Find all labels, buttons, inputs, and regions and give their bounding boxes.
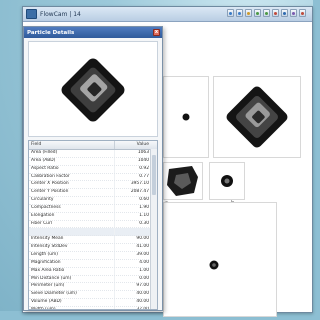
table-row[interactable]: Intensity StdDev 41.00: [29, 244, 157, 252]
field-name: Center X Position: [29, 181, 115, 189]
field-name: Volume (ABD): [29, 299, 115, 306]
table-row[interactable]: Fiber Curl 0.30: [29, 220, 157, 229]
settings-icon[interactable]: [290, 9, 297, 17]
particle-tile[interactable]: [209, 162, 245, 200]
zoom-in-icon[interactable]: [227, 9, 234, 17]
particle-preview: [28, 41, 158, 137]
field-name: Magnification: [29, 259, 115, 267]
table-row[interactable]: Center X Position 3957.10: [29, 181, 157, 190]
table-row[interactable]: Area (ABD) 1040: [29, 157, 157, 166]
table-row[interactable]: Min Distance (um) 0.00: [29, 275, 157, 284]
particle-image: [221, 175, 233, 187]
particle-image: [167, 166, 198, 196]
close-icon[interactable]: x: [153, 29, 160, 36]
table-row[interactable]: Circularity 0.60: [29, 197, 157, 205]
table-row[interactable]: Sieve Diameter (um) 40.00: [29, 291, 157, 300]
field-name: Perimeter (um): [29, 283, 115, 291]
particle-image: [209, 260, 219, 270]
particle-details-panel: Particle Details x Field Value Area (Fil…: [23, 26, 163, 311]
field-name: Area (Filled): [29, 150, 115, 157]
field-name: Elongation: [29, 212, 115, 220]
field-name: Circularity: [29, 197, 115, 204]
field-name: Min Distance (um): [29, 275, 115, 283]
field-name: [29, 228, 115, 236]
field-name: Intensity Mean: [29, 236, 115, 244]
select-icon[interactable]: [245, 9, 252, 17]
help-icon[interactable]: [299, 9, 306, 17]
table-row[interactable]: Perimeter (um) 97.00: [29, 283, 157, 292]
field-name: Aspect Ratio: [29, 165, 115, 173]
table-header: Field Value: [29, 141, 157, 150]
field-name: Max Area Ratio: [29, 267, 115, 275]
table-row[interactable]: Magnification 4.00: [29, 259, 157, 268]
table-row[interactable]: Width (um) 37.00: [29, 306, 157, 309]
field-name: Compactness: [29, 204, 115, 212]
field-name: Intensity StdDev: [29, 244, 115, 251]
export-icon[interactable]: [281, 9, 288, 17]
table-row[interactable]: Compactness 1.90: [29, 204, 157, 213]
table-row[interactable]: Intensity Mean 90.00: [29, 236, 157, 245]
table-row[interactable]: Elongation 1.10: [29, 212, 157, 221]
field-name: Calibration Factor: [29, 173, 115, 181]
table-body: Area (Filled) 1063 Area (ABD) 1040 Aspect Ra…: [29, 150, 157, 309]
properties-table: Field Value Area (Filled) 1063 Area (ABD) 1…: [28, 140, 158, 310]
table-row[interactable]: Calibration Factor 0.77: [29, 173, 157, 182]
table-section-row[interactable]: [29, 228, 157, 237]
table-row[interactable]: Volume (ABD) 40.00: [29, 299, 157, 307]
particle-tile[interactable]: [163, 202, 277, 317]
field-name: Area (ABD): [29, 157, 115, 165]
image-icon[interactable]: [263, 9, 270, 17]
window-title: FlowCam | 14: [40, 10, 81, 18]
table-row[interactable]: Center Y Position 2087.47: [29, 189, 157, 198]
toolbar: [227, 9, 306, 17]
column-header-value[interactable]: Value: [115, 141, 157, 149]
field-name: Center Y Position: [29, 189, 115, 197]
zoom-out-icon[interactable]: [236, 9, 243, 17]
panel-title: Particle Details: [27, 29, 75, 36]
scroll-thumb[interactable]: [152, 155, 156, 195]
particle-tile[interactable]: [213, 76, 301, 158]
table-row[interactable]: Area (Filled) 1063: [29, 150, 157, 158]
field-name: Width (um): [29, 306, 115, 309]
particle-tile[interactable]: [163, 76, 209, 158]
field-name: Length (um): [29, 251, 115, 259]
particle-image: [182, 113, 190, 121]
filter-icon[interactable]: [254, 9, 261, 17]
main-titlebar: FlowCam | 14: [23, 7, 312, 22]
panel-titlebar[interactable]: Particle Details x: [24, 27, 162, 38]
particle-tile[interactable]: [163, 162, 203, 200]
column-header-field[interactable]: Field: [29, 141, 115, 149]
table-row[interactable]: Max Area Ratio 1.00: [29, 267, 157, 276]
app-icon: [26, 9, 37, 19]
field-name: Fiber Curl: [29, 220, 115, 228]
particle-image: [61, 58, 125, 122]
measure-icon[interactable]: [272, 9, 279, 17]
particle-image: [226, 86, 288, 148]
field-name: Sieve Diameter (um): [29, 291, 115, 299]
table-row[interactable]: Aspect Ratio 0.92: [29, 165, 157, 174]
table-row[interactable]: Length (um) 39.00: [29, 251, 157, 260]
scrollbar[interactable]: [150, 149, 157, 309]
